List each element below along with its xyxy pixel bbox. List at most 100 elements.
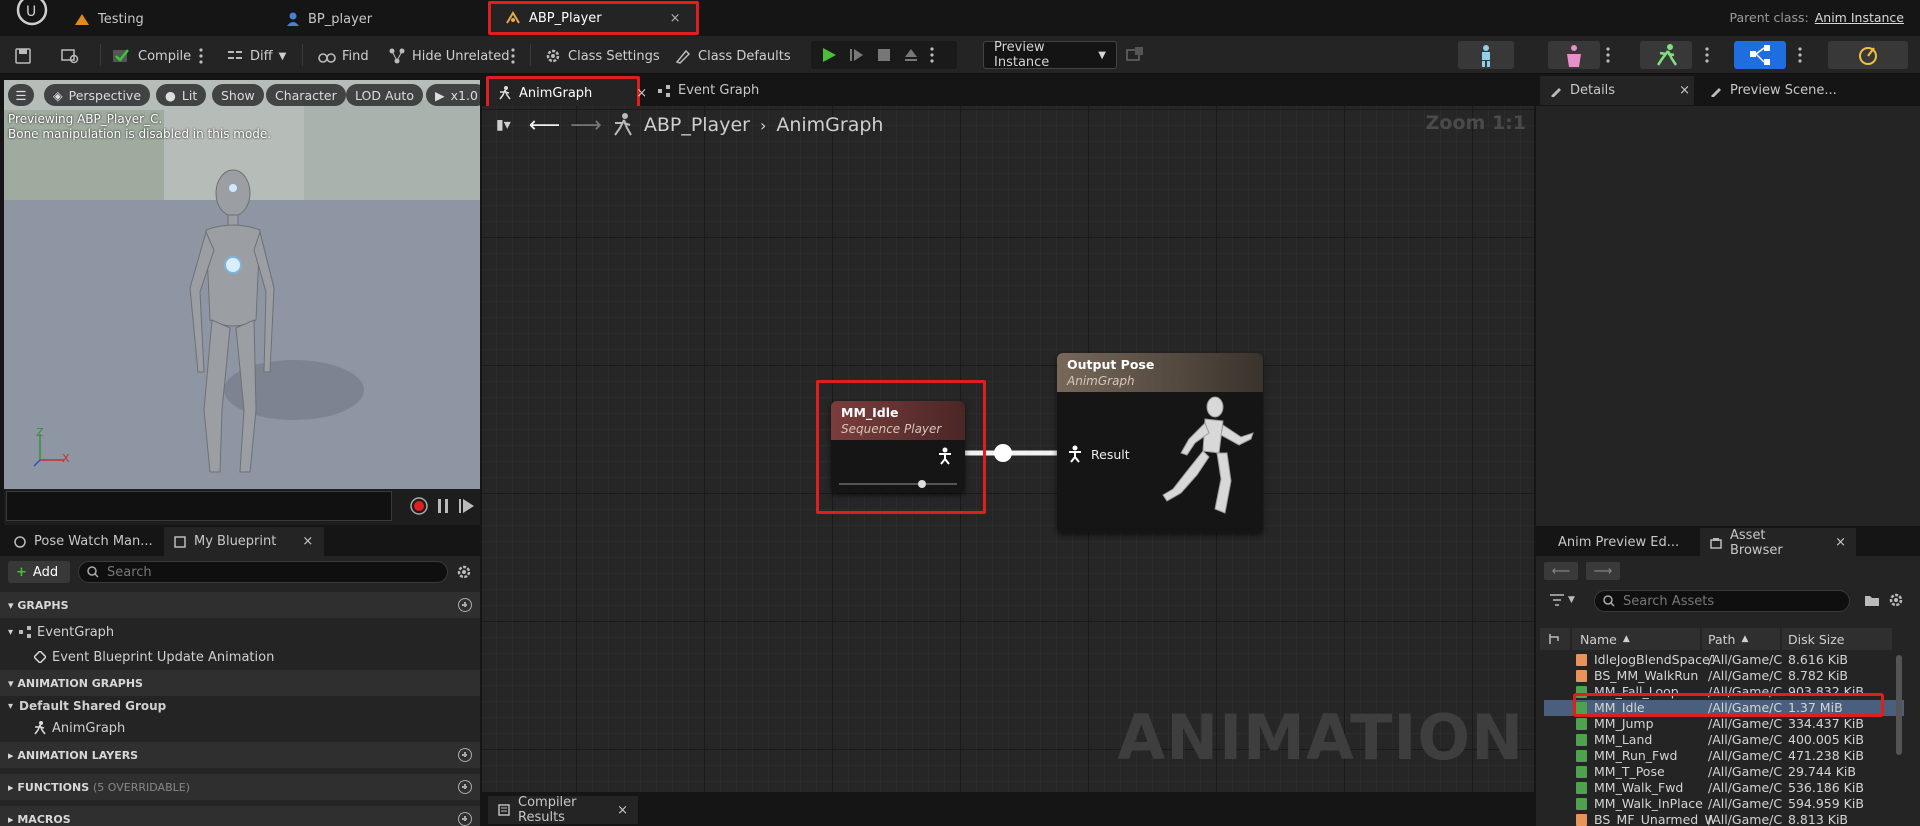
asset-row[interactable]: BS_MM_WalkRun/All/Game/C 8.782 KiB [1544,668,1904,684]
tab-anim-preview-editor[interactable]: Anim Preview Ed... [1548,528,1689,557]
asset-row[interactable]: IdleJogBlendSpace1D/All/Game/C 8.616 KiB [1544,652,1904,668]
step-icon[interactable] [849,47,865,63]
close-icon[interactable]: × [1679,83,1690,98]
eject-icon[interactable] [903,47,919,63]
asset-row[interactable]: BS_MF_Unarmed_Wa/All/Game/C 8.813 KiB [1544,812,1904,826]
find-button[interactable]: Find [318,44,369,68]
tab-asset-browser[interactable]: Asset Browser × [1700,528,1856,558]
diff-button[interactable]: Diff ▼ [226,44,286,68]
node-output-pose[interactable]: Output Pose AnimGraph Result [1057,353,1263,533]
blueprint-mode-button[interactable] [1734,41,1786,69]
physics-mode-button[interactable] [1828,41,1908,69]
class-settings-button[interactable]: Class Settings [544,44,660,68]
asset-row[interactable]: MM_Run_Fwd/All/Game/C 471.238 KiB [1544,748,1904,764]
browse-icon[interactable] [60,44,80,68]
section-functions[interactable]: ▸ FUNCTIONS (5 OVERRIDABLE) [0,774,480,800]
pose-pin-icon[interactable] [937,447,953,465]
play-icon[interactable] [821,47,837,63]
doc-tab-testing[interactable]: Testing [60,4,158,34]
parent-class-link[interactable]: Anim Instance [1815,10,1904,25]
asset-row[interactable]: MM_T_Pose/All/Game/C 29.744 KiB [1544,764,1904,780]
lod-button[interactable]: LOD Auto [346,84,423,106]
class-defaults-button[interactable]: Class Defaults [674,44,791,68]
hide-unrelated-button[interactable]: Hide Unrelated [388,44,510,68]
settings-gear-icon[interactable] [1888,592,1904,608]
close-icon[interactable]: × [617,803,628,818]
result-pin[interactable]: Result [1067,445,1130,463]
section-macros[interactable]: ▸ MACROS [0,806,480,826]
asset-row[interactable]: MM_Walk_InPlace/All/Game/C 594.959 KiB [1544,796,1904,812]
section-graphs[interactable]: ▾ GRAPHS [0,592,480,618]
asset-scrollbar[interactable] [1896,655,1902,755]
save-icon[interactable] [14,44,32,68]
asset-row[interactable]: MM_Jump/All/Game/C 334.437 KiB [1544,716,1904,732]
close-icon[interactable]: × [636,86,647,101]
close-icon[interactable]: × [1835,535,1846,550]
column-disk-size[interactable]: Disk Size [1782,628,1892,650]
debug-filter-icon[interactable] [1126,46,1144,64]
asset-search-input[interactable]: Search Assets [1594,590,1850,612]
close-icon[interactable]: × [670,11,681,26]
preview-instance-dropdown[interactable]: Preview Instance ▼ [983,40,1117,70]
lit-button[interactable]: ● Lit [156,84,207,106]
tree-animgraph[interactable]: AnimGraph [34,718,125,738]
asset-row[interactable]: MM_Walk_Fwd/All/Game/C 536.186 KiB [1544,780,1904,796]
add-button[interactable]: + Add [8,561,70,583]
blueprint-search-input[interactable]: Search [78,561,448,583]
animation-options-icon[interactable] [1704,46,1710,64]
mesh-mode-button[interactable] [1548,41,1600,69]
column-branch-icon[interactable] [1540,628,1570,650]
perspective-button[interactable]: ◈ Perspective [44,84,151,106]
forward-arrow-icon[interactable]: ⟶ [1586,562,1620,580]
tab-my-blueprint[interactable]: My Blueprint × [164,527,324,556]
record-icon[interactable] [410,497,428,515]
asset-row[interactable]: MM_Land/All/Game/C 400.005 KiB [1544,732,1904,748]
stop-icon[interactable] [877,48,891,62]
speed-button[interactable]: ▶ x1.0 [426,84,480,106]
skeleton-mode-button[interactable] [1458,41,1514,69]
close-icon[interactable]: × [302,534,313,549]
unreal-logo-icon[interactable]: U [6,0,50,30]
play-options-icon[interactable] [929,46,935,64]
folder-icon[interactable] [1864,593,1880,607]
add-macro-icon[interactable] [458,812,472,826]
section-animation-layers[interactable]: ▸ ANIMATION LAYERS [0,742,480,768]
back-arrow-icon[interactable]: ⟵ [1544,562,1578,580]
tree-default-group[interactable]: ▾ Default Shared Group [8,696,166,716]
column-path[interactable]: Path ▲ [1702,628,1780,650]
tree-eventgraph[interactable]: ▾ EventGraph [8,622,114,642]
hide-options-icon[interactable] [510,44,516,68]
column-name[interactable]: Name ▲ [1572,628,1700,650]
show-button[interactable]: Show [212,84,264,106]
blueprint-options-icon[interactable] [1797,46,1803,64]
filter-dropdown[interactable]: ▼ [1550,594,1575,606]
node-mm-idle[interactable]: MM_Idle Sequence Player [831,401,965,493]
settings-gear-icon[interactable] [456,564,472,580]
doc-tab-abp-player[interactable]: ABP_Player × [488,1,699,35]
compile-options-icon[interactable] [198,44,204,68]
add-layer-icon[interactable] [458,748,472,762]
pause-icon[interactable] [436,498,450,514]
play-rate-slider-knob[interactable] [917,480,926,488]
animation-mode-button[interactable] [1640,41,1692,69]
tree-event-bp-update[interactable]: Event Blueprint Update Animation [34,647,274,667]
tab-preview-scene[interactable]: Preview Scene... [1700,76,1847,105]
preview-viewport[interactable]: ☰ ◈ Perspective ● Lit Show Character LOD A… [4,80,480,489]
section-animation-graphs[interactable]: ▾ ANIMATION GRAPHS [0,670,480,696]
tab-pose-watch[interactable]: Pose Watch Man... [4,527,163,556]
viewport-menu-icon[interactable]: ☰ [8,84,34,106]
tab-event-graph[interactable]: Event Graph [648,76,769,105]
step-forward-icon[interactable] [458,498,476,514]
play-rate-slider[interactable] [839,483,957,485]
tab-animgraph[interactable]: AnimGraph × [486,76,647,110]
add-function-icon[interactable] [458,780,472,794]
tab-compiler-results[interactable]: Compiler Results × [488,795,638,825]
character-button[interactable]: Character [266,84,346,106]
mesh-options-icon[interactable] [1605,46,1611,64]
graph-canvas[interactable]: ▮▾ ⟵ ⟶ ABP_Player › AnimGraph Zoom 1:1 A… [482,106,1534,792]
doc-tab-bp-player[interactable]: BP_player [272,4,386,34]
timeline-input[interactable] [6,491,392,521]
tab-details[interactable]: Details × [1540,76,1694,105]
add-graph-icon[interactable] [458,598,472,612]
compile-button[interactable]: Compile [112,44,191,68]
